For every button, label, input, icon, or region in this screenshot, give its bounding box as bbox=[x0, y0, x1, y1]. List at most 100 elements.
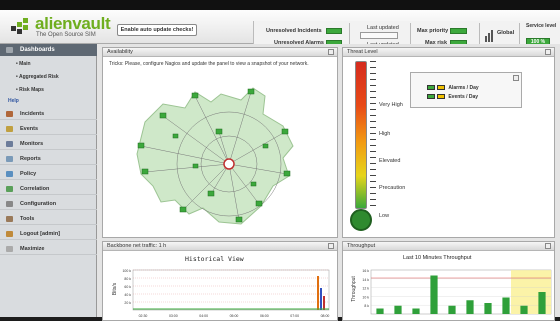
monitors-icon bbox=[6, 141, 13, 147]
correlation-icon bbox=[6, 186, 13, 192]
legend-close-button[interactable] bbox=[513, 75, 519, 81]
configuration-icon bbox=[6, 201, 13, 207]
panel-config-button[interactable] bbox=[545, 243, 551, 249]
max-priority-indicator[interactable] bbox=[450, 28, 467, 34]
legend-swatch bbox=[436, 94, 445, 99]
chart-title: Last 10 Minutes Throughput bbox=[403, 255, 472, 261]
throughput-bar bbox=[520, 305, 528, 314]
y-tick-label: 60 k bbox=[124, 285, 131, 289]
sidebar-item-logout[interactable]: Logout [admin] bbox=[0, 228, 97, 240]
sidebar: Dashboards • Main • Aggregated Risk • Ri… bbox=[0, 44, 97, 317]
x-tick-label: 05:00 bbox=[230, 314, 239, 318]
dashboard-main: Availability Tricks: Please, configure N… bbox=[97, 44, 560, 321]
logout-icon bbox=[6, 231, 13, 237]
logo-mark-icon bbox=[11, 18, 28, 34]
events-icon bbox=[6, 126, 13, 132]
sidebar-item-correlation[interactable]: Correlation bbox=[0, 183, 97, 195]
backbone-chart: 100 k 80 k 60 k 40 k 20 k 02:30 03:00 04:00 05:0… bbox=[122, 269, 330, 318]
traffic-spike bbox=[320, 288, 322, 310]
availability-panel: Availability Tricks: Please, configure N… bbox=[102, 47, 338, 238]
y-tick-label: 12 k bbox=[362, 287, 369, 291]
y-tick-label: 80 k bbox=[124, 277, 131, 281]
sidebar-item-label: Policy bbox=[20, 171, 37, 177]
alienvault-logo[interactable]: alienvault The Open Source SIM bbox=[10, 14, 115, 40]
throughput-chart: 16 k 14 k 12 k 10 k 8 k bbox=[362, 269, 552, 315]
sidebar-item-label: Correlation bbox=[20, 186, 50, 192]
legend-swatch bbox=[436, 85, 445, 90]
throughput-bar bbox=[502, 297, 510, 314]
sidebar-subitem-label: Risk Maps bbox=[19, 87, 44, 93]
traffic-spike bbox=[317, 276, 319, 310]
throughput-bar bbox=[466, 300, 474, 314]
y-tick-label: 14 k bbox=[362, 278, 369, 282]
sidebar-item-label: Configuration bbox=[20, 201, 57, 207]
sidebar-item-label: Logout [admin] bbox=[20, 231, 61, 237]
sidebar-item-configuration[interactable]: Configuration bbox=[0, 198, 97, 210]
throughput-panel: Throughput Last 10 Minutes Throughput Th… bbox=[342, 241, 555, 321]
global-label: Global bbox=[497, 30, 515, 36]
y-tick-label: 100 k bbox=[122, 269, 131, 273]
brand-name: alienvault bbox=[35, 14, 111, 33]
panel-title: Throughput bbox=[343, 242, 554, 251]
sidebar-item-tools[interactable]: Tools bbox=[0, 213, 97, 225]
x-tick-label: 03:00 bbox=[169, 314, 178, 318]
throughput-bar bbox=[394, 305, 402, 314]
sidebar-item-reports[interactable]: Reports bbox=[0, 153, 97, 165]
threat-legend: Alarms / Day Events / Day bbox=[410, 72, 522, 108]
sidebar-item-maximize[interactable]: Maximize bbox=[0, 243, 97, 255]
panel-config-button[interactable] bbox=[328, 49, 334, 55]
sidebar-subitem-aggregated-risk[interactable]: • Aggregated Risk bbox=[0, 72, 97, 82]
threat-thermometer bbox=[355, 61, 367, 209]
sidebar-item-help[interactable]: Help bbox=[0, 96, 97, 106]
legend-events-label: Events / Day bbox=[448, 94, 479, 101]
tools-icon bbox=[6, 216, 13, 222]
panel-config-button[interactable] bbox=[545, 49, 551, 55]
network-map[interactable] bbox=[123, 74, 323, 234]
sidebar-item-label: Incidents bbox=[20, 111, 45, 117]
throughput-bar bbox=[412, 308, 420, 314]
service-level-label: Service level bbox=[526, 23, 557, 29]
panel-title: Backbone net traffic: 1 h bbox=[103, 242, 337, 251]
help-label: Help bbox=[8, 98, 19, 104]
y-tick-label: 10 k bbox=[362, 295, 369, 299]
panel-title: Availability bbox=[103, 48, 337, 57]
legend-swatch bbox=[427, 94, 435, 99]
legend-swatch bbox=[427, 85, 435, 90]
throughput-bar bbox=[448, 305, 456, 314]
throughput-bar bbox=[376, 308, 384, 314]
threat-level-label: Low bbox=[379, 213, 390, 219]
sidebar-item-dashboards[interactable]: Dashboards bbox=[0, 44, 97, 56]
sidebar-subitem-main[interactable]: • Main bbox=[0, 59, 97, 69]
enable-auto-update-button[interactable]: Enable auto update checks! bbox=[117, 24, 197, 36]
brand-tagline: The Open Source SIM bbox=[36, 32, 96, 38]
backbone-traffic-panel: Backbone net traffic: 1 h Historical Vie… bbox=[102, 241, 338, 321]
panel-config-button[interactable] bbox=[328, 243, 334, 249]
x-tick-label: 02:30 bbox=[139, 314, 148, 318]
sidebar-subitem-risk-maps[interactable]: • Risk Maps bbox=[0, 85, 97, 95]
thermometer-bulb bbox=[350, 209, 372, 231]
maximize-icon bbox=[6, 246, 13, 252]
last-updated-value-1 bbox=[360, 32, 398, 39]
central-node bbox=[223, 158, 235, 170]
incidents-icon bbox=[6, 111, 13, 117]
traffic-spike bbox=[323, 296, 325, 310]
unresolved-incidents-indicator[interactable] bbox=[326, 28, 342, 34]
sidebar-item-incidents[interactable]: Incidents bbox=[0, 108, 97, 120]
max-priority-label: Max priority bbox=[417, 28, 449, 34]
y-tick-label: 20 k bbox=[124, 301, 131, 305]
x-tick-label: 08:00 bbox=[321, 314, 330, 318]
x-tick-label: 07:00 bbox=[290, 314, 299, 318]
availability-note: Tricks: Please, configure Nagios and upd… bbox=[109, 61, 309, 67]
sidebar-item-monitors[interactable]: Monitors bbox=[0, 138, 97, 150]
network-region bbox=[136, 87, 294, 225]
sidebar-item-events[interactable]: Events bbox=[0, 123, 97, 135]
throughput-bar bbox=[430, 275, 438, 314]
reports-icon bbox=[6, 156, 13, 162]
unresolved-incidents-label: Unresolved Incidents bbox=[266, 28, 322, 34]
sidebar-item-policy[interactable]: Policy bbox=[0, 168, 97, 180]
sidebar-item-label: Maximize bbox=[20, 246, 45, 252]
sidebar-item-label: Tools bbox=[20, 216, 35, 222]
threat-level-label: Elevated bbox=[379, 158, 401, 164]
legend-alarms-label: Alarms / Day bbox=[448, 85, 479, 92]
dashboard-icon bbox=[6, 47, 13, 53]
